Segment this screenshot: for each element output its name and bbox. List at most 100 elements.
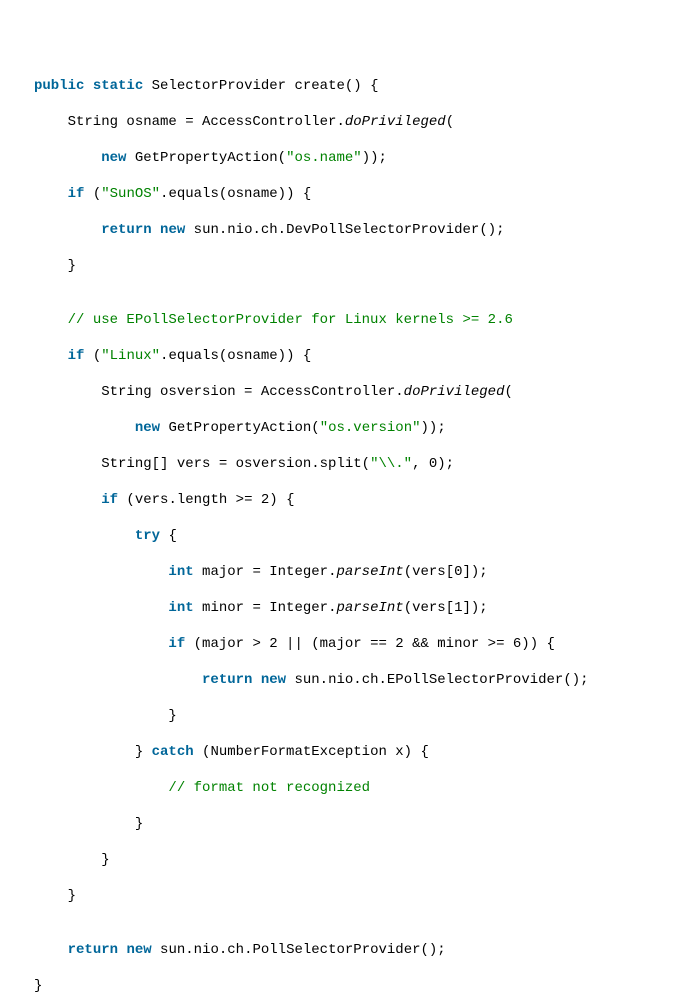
code-line: }: [34, 707, 675, 725]
code-text: , 0);: [412, 456, 454, 472]
code-text: (: [446, 114, 454, 130]
string-literal: "os.version": [320, 420, 421, 436]
static-method: parseInt: [336, 600, 403, 616]
code-text: (: [84, 186, 101, 202]
code-text: (NumberFormatException x) {: [194, 744, 429, 760]
code-line: String[] vers = osversion.split("\\.", 0…: [34, 455, 675, 473]
code-text: [34, 672, 202, 688]
code-line: if (major > 2 || (major == 2 && minor >=…: [34, 635, 675, 653]
keyword: public: [34, 78, 84, 94]
code-line: try {: [34, 527, 675, 545]
code-text: [34, 942, 68, 958]
code-line: if ("SunOS".equals(osname)) {: [34, 185, 675, 203]
code-text: (vers[1]);: [404, 600, 488, 616]
keyword: try: [135, 528, 160, 544]
keyword: return: [202, 672, 252, 688]
code-text: .equals(osname)) {: [160, 186, 311, 202]
code-line: String osversion = AccessController.doPr…: [34, 383, 675, 401]
keyword: catch: [152, 744, 194, 760]
code-text: .equals(osname)) {: [160, 348, 311, 364]
code-line: public static SelectorProvider create() …: [34, 77, 675, 95]
code-text: }: [34, 888, 76, 904]
code-line: return new sun.nio.ch.DevPollSelectorPro…: [34, 221, 675, 239]
keyword: new: [160, 222, 185, 238]
string-literal: "os.name": [286, 150, 362, 166]
code-text: minor = Integer.: [194, 600, 337, 616]
code-text: [34, 348, 68, 364]
code-text: sun.nio.ch.DevPollSelectorProvider();: [185, 222, 504, 238]
keyword: if: [68, 186, 85, 202]
code-text: sun.nio.ch.PollSelectorProvider();: [152, 942, 446, 958]
code-line: int minor = Integer.parseInt(vers[1]);: [34, 599, 675, 617]
code-line: }: [34, 887, 675, 905]
code-text: [34, 564, 168, 580]
code-text: sun.nio.ch.EPollSelectorProvider();: [286, 672, 588, 688]
code-line: } catch (NumberFormatException x) {: [34, 743, 675, 761]
code-line: new GetPropertyAction("os.name"));: [34, 149, 675, 167]
keyword: if: [68, 348, 85, 364]
code-text: (: [505, 384, 513, 400]
string-literal: "Linux": [101, 348, 160, 364]
keyword: int: [168, 600, 193, 616]
property: length: [177, 492, 227, 508]
code-text: String[] vers = osversion.split(: [34, 456, 370, 472]
string-literal: "SunOS": [101, 186, 160, 202]
code-line: new GetPropertyAction("os.version"));: [34, 419, 675, 437]
code-text: }: [34, 852, 110, 868]
code-text: [34, 420, 135, 436]
code-text: (major > 2 || (major == 2 && minor >= 6)…: [185, 636, 555, 652]
code-text: {: [160, 528, 177, 544]
code-line: }: [34, 257, 675, 275]
code-text: }: [34, 816, 143, 832]
code-text: (: [84, 348, 101, 364]
keyword: new: [261, 672, 286, 688]
keyword: return: [68, 942, 118, 958]
static-method: doPrivileged: [404, 384, 505, 400]
code-text: [34, 150, 101, 166]
code-line: }: [34, 977, 675, 995]
code-text: [34, 186, 68, 202]
code-text: ));: [421, 420, 446, 436]
code-text: String osname = AccessController.: [34, 114, 345, 130]
code-line: return new sun.nio.ch.EPollSelectorProvi…: [34, 671, 675, 689]
code-text: major = Integer.: [194, 564, 337, 580]
keyword: new: [101, 150, 126, 166]
code-text: ));: [362, 150, 387, 166]
code-text: [34, 312, 68, 328]
keyword: int: [168, 564, 193, 580]
code-text: }: [34, 258, 76, 274]
static-method: doPrivileged: [345, 114, 446, 130]
code-text: [34, 600, 168, 616]
code-line: int major = Integer.parseInt(vers[0]);: [34, 563, 675, 581]
code-text: }: [34, 978, 42, 994]
keyword: if: [101, 492, 118, 508]
code-line: String osname = AccessController.doPrivi…: [34, 113, 675, 131]
code-line: }: [34, 815, 675, 833]
code-text: [34, 528, 135, 544]
keyword: if: [168, 636, 185, 652]
code-text: (vers.: [118, 492, 177, 508]
code-text: [34, 222, 101, 238]
code-line: if ("Linux".equals(osname)) {: [34, 347, 675, 365]
keyword: new: [135, 420, 160, 436]
code-text: [34, 780, 168, 796]
code-line: if (vers.length >= 2) {: [34, 491, 675, 509]
code-text: GetPropertyAction(: [126, 150, 286, 166]
keyword: new: [126, 942, 151, 958]
comment: // format not recognized: [168, 780, 370, 796]
code-text: [34, 636, 168, 652]
code-line: // use EPollSelectorProvider for Linux k…: [34, 311, 675, 329]
code-text: [34, 492, 101, 508]
code-line: }: [34, 851, 675, 869]
code-text: (vers[0]);: [404, 564, 488, 580]
code-line: // format not recognized: [34, 779, 675, 797]
comment: // use EPollSelectorProvider for Linux k…: [68, 312, 513, 328]
code-line: return new sun.nio.ch.PollSelectorProvid…: [34, 941, 675, 959]
keyword: return: [101, 222, 151, 238]
keyword: static: [93, 78, 143, 94]
code-text: SelectorProvider create() {: [143, 78, 378, 94]
code-text: String osversion = AccessController.: [34, 384, 404, 400]
code-text: }: [34, 708, 177, 724]
code-text: >= 2) {: [227, 492, 294, 508]
static-method: parseInt: [336, 564, 403, 580]
